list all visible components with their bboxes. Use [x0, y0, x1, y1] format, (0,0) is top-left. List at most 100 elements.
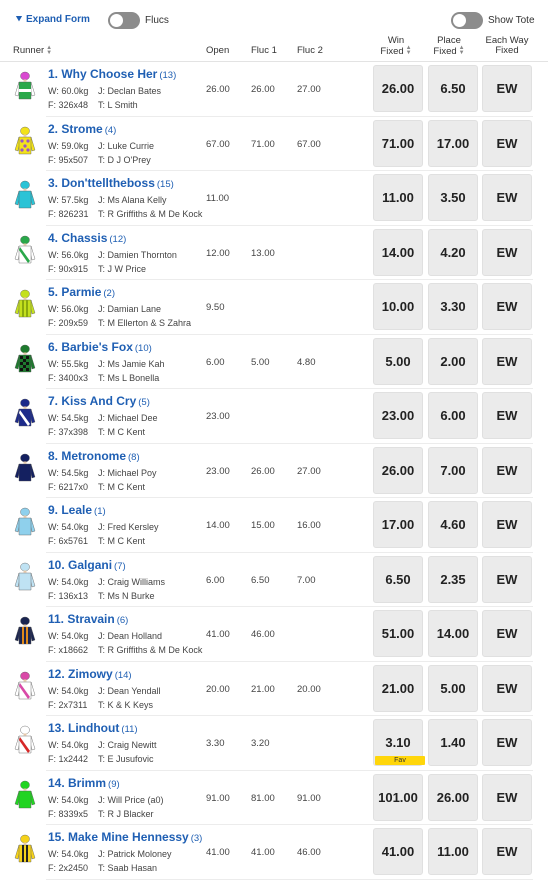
runner-name-link[interactable]: 10. Galgani (7): [48, 558, 126, 572]
jockey: J: Michael Dee: [98, 413, 158, 423]
runner-name-link[interactable]: 3. Don'ttelltheboss (15): [48, 176, 174, 190]
place-fixed-button[interactable]: 4.60: [428, 501, 478, 548]
win-fixed-header[interactable]: Win Fixed ▲ ▼: [373, 36, 419, 57]
each-way-button[interactable]: EW: [482, 828, 532, 875]
each-way-button[interactable]: EW: [482, 392, 532, 439]
runner-name-link[interactable]: 7. Kiss And Cry (5): [48, 394, 150, 408]
place-fixed-button[interactable]: 1.40: [428, 719, 478, 766]
expand-form-label: Expand Form: [26, 14, 90, 25]
each-way-button[interactable]: EW: [482, 664, 532, 712]
form: F: 2x7311: [48, 699, 88, 710]
runner-name-link[interactable]: 4. Chassis (12): [48, 231, 126, 245]
each-way-button[interactable]: EW: [482, 65, 532, 112]
runner-row: 4. Chassis (12) W: 56.0kg J: Damien Thornto…: [0, 226, 548, 280]
runner-name-link[interactable]: 9. Leale (1): [48, 503, 106, 517]
jockey-silk-icon: [14, 344, 36, 372]
fluc2-odds: 27.00: [297, 465, 321, 477]
runner-name-link[interactable]: 1. Why Choose Her (13): [48, 67, 176, 81]
each-way-button[interactable]: EW: [482, 228, 532, 276]
runner-name-link[interactable]: 8. Metronome (8): [48, 449, 140, 463]
each-way-button[interactable]: EW: [482, 283, 532, 330]
place-fixed-button[interactable]: 2.35: [428, 555, 478, 603]
barrier-number: (6): [116, 615, 129, 626]
win-fixed-button[interactable]: 23.00: [373, 392, 423, 439]
open-odds: 14.00: [206, 520, 230, 531]
win-fixed-button[interactable]: 17.00: [373, 501, 423, 548]
runner-name-link[interactable]: 12. Zimowy (14): [48, 667, 132, 681]
runner-weight-jockey: W: 56.0kg J: Damian Lane: [48, 304, 161, 314]
place-fixed-button[interactable]: 6.00: [428, 392, 478, 439]
win-fixed-button[interactable]: 41.00: [373, 828, 423, 875]
jockey: J: Declan Bates: [98, 86, 162, 96]
win-fixed-button[interactable]: 26.00: [373, 446, 423, 494]
show-tote-toggle[interactable]: [451, 12, 483, 29]
each-way-button[interactable]: EW: [482, 337, 532, 385]
barrier-number: (13): [159, 70, 177, 81]
runner-name-link[interactable]: 5. Parmie (2): [48, 285, 115, 299]
place-fixed-button[interactable]: 26.00: [428, 773, 478, 821]
open-odds: 12.00: [206, 247, 230, 259]
place-fixed-button[interactable]: 11.00: [428, 828, 478, 875]
form: F: 3400x3: [48, 372, 89, 383]
each-way-button[interactable]: EW: [482, 719, 532, 766]
runner-weight-jockey: W: 57.5kg J: Ms Alana Kelly: [48, 195, 167, 205]
win-fixed-button[interactable]: 14.00: [373, 228, 423, 276]
open-odds: 6.00: [206, 574, 225, 586]
win-fixed-button[interactable]: 11.00: [373, 174, 423, 221]
place-fixed-button[interactable]: 5.00: [428, 664, 478, 712]
each-way-button[interactable]: EW: [482, 555, 532, 603]
runner-name-link[interactable]: 15. Make Mine Hennessy (3): [48, 830, 202, 844]
runner-row: 6. Barbie's Fox (10) W: 55.5kg J: Ms Jamie …: [0, 335, 548, 389]
runner-name-link[interactable]: 14. Brimm (9): [48, 776, 120, 790]
weight: W: 54.0kg: [48, 685, 89, 696]
barrier-number: (11): [121, 724, 138, 735]
win-fixed-button[interactable]: 21.00: [373, 664, 423, 712]
each-way-button[interactable]: EW: [482, 174, 532, 221]
runner-row: 10. Galgani (7) W: 54.0kg J: Craig Williams…: [0, 553, 548, 607]
each-way-button[interactable]: EW: [482, 773, 532, 821]
runner-name-link[interactable]: 6. Barbie's Fox (10): [48, 340, 152, 354]
place-fixed-button[interactable]: 4.20: [428, 228, 478, 276]
place-fixed-button[interactable]: 14.00: [428, 610, 478, 657]
trainer: T: D J O'Prey: [98, 154, 151, 165]
place-fixed-button[interactable]: 6.50: [428, 65, 478, 112]
win-fixed-button[interactable]: 26.00: [373, 65, 423, 112]
jockey: J: Craig Williams: [98, 576, 166, 587]
place-fixed-header[interactable]: Place Fixed ▲ ▼: [426, 36, 472, 57]
open-odds: 9.50: [206, 302, 225, 313]
each-way-button[interactable]: EW: [482, 501, 532, 548]
weight: W: 59.0kg: [48, 140, 89, 151]
each-way-button[interactable]: EW: [482, 610, 532, 657]
place-fixed-button[interactable]: 17.00: [428, 119, 478, 167]
runner-weight-jockey: W: 54.0kg J: Will Price (a0): [48, 795, 164, 805]
form: F: 209x59: [48, 318, 89, 328]
each-way-button[interactable]: EW: [482, 119, 532, 167]
open-odds: 6.00: [206, 356, 225, 368]
runner-form-trainer: F: 3400x3 T: Ms L Bonella: [48, 372, 159, 383]
jockey: J: Craig Newitt: [98, 740, 157, 750]
flucs-toggle[interactable]: [108, 12, 140, 29]
runner-name-link[interactable]: 2. Strome (4): [48, 122, 116, 136]
runner-name-link[interactable]: 11. Stravain (6): [48, 612, 128, 626]
runner-header-label: Runner: [13, 45, 45, 56]
win-fixed-button[interactable]: 71.00: [373, 119, 423, 167]
runner-row: 14. Brimm (9) W: 54.0kg J: Will Price (a0) F…: [0, 771, 548, 825]
place-fixed-button[interactable]: 3.50: [428, 174, 478, 221]
runner-sort-header[interactable]: Runner ▲ ▼: [13, 45, 52, 57]
win-fixed-button[interactable]: 101.00: [373, 773, 423, 821]
runner-row: 5. Parmie (2) W: 56.0kg J: Damian Lane F: 20…: [0, 280, 548, 335]
place-fixed-button[interactable]: 7.00: [428, 446, 478, 494]
win-fixed-button[interactable]: 51.00: [373, 610, 423, 657]
fluc2-odds: 46.00: [297, 847, 321, 858]
each-way-button[interactable]: EW: [482, 446, 532, 494]
win-fixed-button[interactable]: 6.50: [373, 555, 423, 603]
expand-form-button[interactable]: ⯆ Expand Form: [15, 14, 90, 25]
win-fixed-button[interactable]: 10.00: [373, 283, 423, 330]
place-fixed-button[interactable]: 2.00: [428, 337, 478, 385]
open-odds: 41.00: [206, 629, 230, 640]
runner-form-trainer: F: 6217x0 T: M C Kent: [48, 482, 145, 492]
runner-weight-jockey: W: 55.5kg J: Ms Jamie Kah: [48, 359, 165, 369]
place-fixed-button[interactable]: 3.30: [428, 283, 478, 330]
runner-name-link[interactable]: 13. Lindhout (11): [48, 721, 138, 735]
win-fixed-button[interactable]: 5.00: [373, 337, 423, 385]
